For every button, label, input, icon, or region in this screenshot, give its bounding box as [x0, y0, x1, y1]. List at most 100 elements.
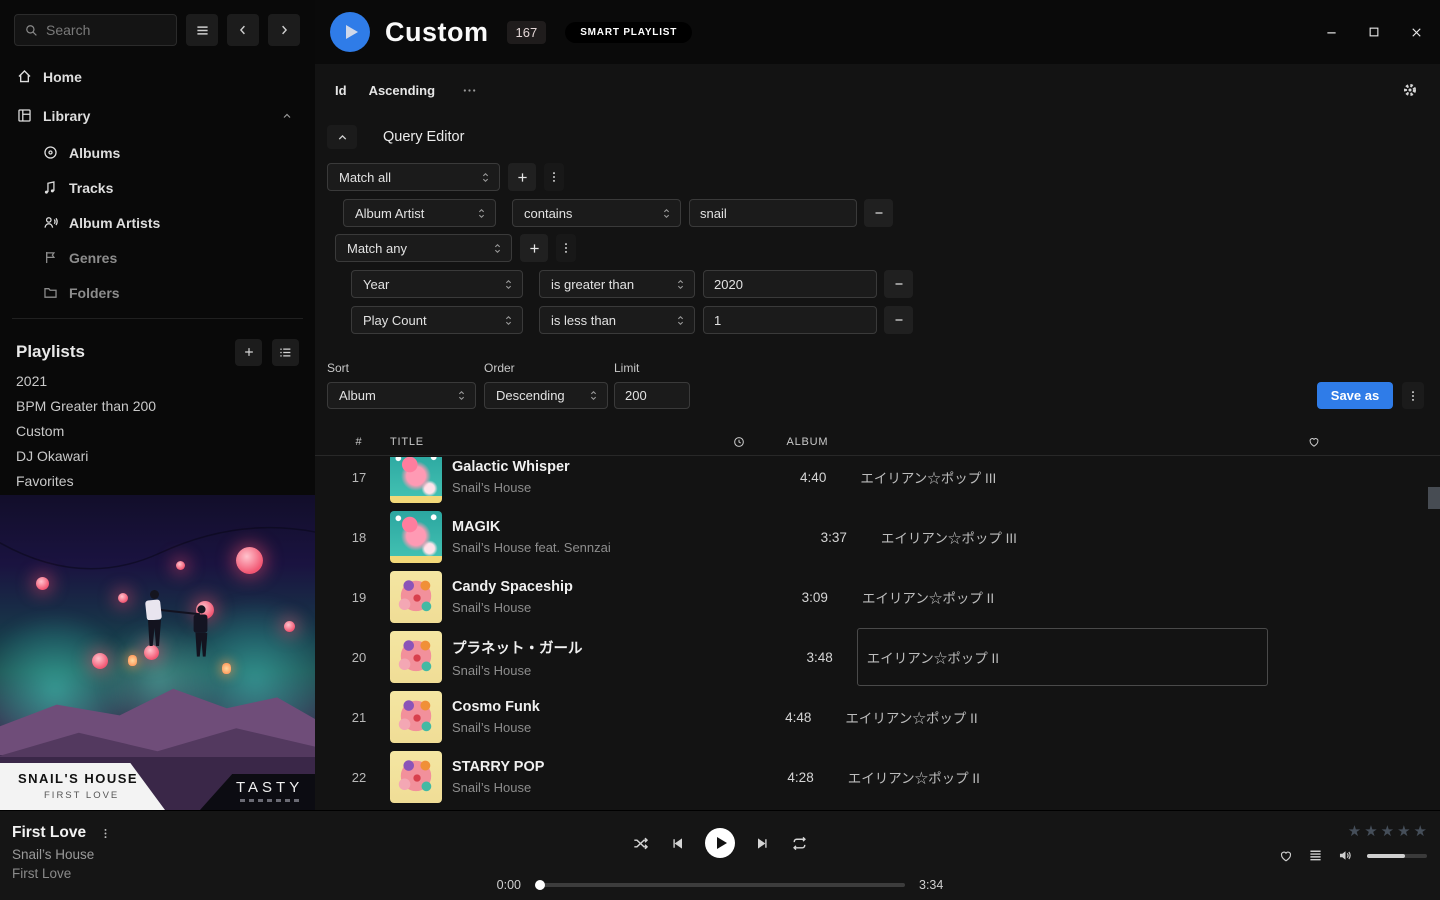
settings-gear-icon[interactable]	[1401, 81, 1419, 99]
group-options-kebab-icon[interactable]	[544, 163, 564, 191]
add-rule-button[interactable]	[520, 234, 548, 262]
shuffle-button[interactable]	[631, 834, 650, 853]
track-album-focused[interactable]: エイリアン☆ポップ II	[857, 628, 1268, 686]
play-pause-button[interactable]	[705, 828, 735, 858]
sort-field-button[interactable]: Id	[335, 83, 347, 98]
sort-direction-button[interactable]: Ascending	[369, 83, 435, 98]
save-as-button[interactable]: Save as	[1317, 382, 1393, 409]
track-row[interactable]: 18MAGIKSnail’s House feat. Sennzai3:37エイ…	[315, 507, 1440, 567]
header-index[interactable]: #	[339, 436, 379, 448]
playlist-list-button[interactable]	[272, 339, 299, 366]
collapse-query-editor-button[interactable]	[327, 125, 357, 149]
volume-slider[interactable]	[1367, 854, 1427, 858]
group-options-kebab-icon[interactable]	[556, 234, 576, 262]
chevron-right-icon	[277, 23, 291, 37]
remove-rule-button[interactable]	[884, 306, 913, 334]
rule-field-select[interactable]: Album Artist	[343, 199, 496, 227]
sidebar-item-library[interactable]: Library	[0, 96, 315, 135]
add-rule-button[interactable]	[508, 163, 536, 191]
star-icon[interactable]: ★	[1381, 822, 1394, 840]
volume-icon[interactable]	[1337, 847, 1354, 864]
queue-icon[interactable]	[1307, 847, 1324, 864]
playlist-item-favorites[interactable]: Favorites	[0, 468, 315, 493]
save-options-kebab-icon[interactable]	[1402, 382, 1424, 409]
track-album[interactable]: エイリアン☆ポップ II	[852, 568, 1263, 626]
seek-bar[interactable]	[535, 883, 905, 887]
match-type-select[interactable]: Match all	[327, 163, 500, 191]
track-album[interactable]: エイリアン☆ポップ III	[871, 508, 1282, 566]
playlist-item-custom[interactable]: Custom	[0, 418, 315, 443]
previous-button[interactable]	[669, 835, 686, 852]
rule-value-input[interactable]	[689, 199, 857, 227]
sidebar-item-home[interactable]: Home	[0, 57, 315, 96]
remove-rule-button[interactable]	[864, 199, 893, 227]
select-caret-icon	[456, 389, 467, 402]
track-artist: Snail’s House	[452, 780, 544, 795]
add-playlist-button[interactable]	[235, 339, 262, 366]
header-title[interactable]: TITLE	[390, 436, 424, 448]
star-icon[interactable]: ★	[1364, 822, 1377, 840]
track-row[interactable]: 17Galactic WhisperSnail’s House4:40エイリアン…	[315, 457, 1440, 507]
more-options-icon[interactable]	[461, 82, 478, 99]
rule-field-select[interactable]: Play Count	[351, 306, 523, 334]
nav-back-button[interactable]	[227, 14, 259, 46]
select-caret-icon	[675, 314, 686, 327]
sidebar-item-folders[interactable]: Folders	[0, 275, 315, 310]
now-playing-artist[interactable]: Snail’s House	[12, 847, 112, 862]
header-duration[interactable]	[675, 435, 755, 449]
header-favorite[interactable]	[1188, 435, 1440, 449]
sidebar-item-label: Home	[43, 69, 82, 85]
minimize-button[interactable]	[1324, 25, 1339, 40]
sidebar-item-albums[interactable]: Albums	[0, 135, 315, 170]
rule-value-input[interactable]	[703, 270, 877, 298]
repeat-button[interactable]	[790, 834, 809, 853]
track-title: Candy Spaceship	[452, 579, 573, 595]
search-input[interactable]	[46, 22, 167, 38]
track-row[interactable]: 22STARRY POPSnail’s House4:28エイリアン☆ポップ I…	[315, 747, 1440, 807]
header-album[interactable]: ALBUM	[777, 436, 1188, 448]
order-select[interactable]: Descending	[484, 382, 608, 409]
playlist-item-2021[interactable]: 2021	[0, 368, 315, 393]
rule-operator-select[interactable]: is greater than	[539, 270, 695, 298]
track-index: 22	[339, 770, 379, 785]
limit-input[interactable]	[614, 382, 690, 409]
now-playing-kebab-icon[interactable]	[99, 826, 112, 841]
rule-field-select[interactable]: Year	[351, 270, 523, 298]
track-row[interactable]: 20プラネット・ガールSnail’s House3:48エイリアン☆ポップ II	[315, 627, 1440, 687]
favorite-heart-icon[interactable]	[1278, 848, 1294, 864]
close-button[interactable]	[1409, 25, 1424, 40]
seek-thumb[interactable]	[535, 880, 545, 890]
select-caret-icon	[480, 171, 491, 184]
now-playing-album-art[interactable]: SNAIL'S HOUSE FIRST LOVE TASTY	[0, 495, 315, 810]
sidebar-item-album-artists[interactable]: Album Artists	[0, 205, 315, 240]
next-button[interactable]	[754, 835, 771, 852]
maximize-button[interactable]	[1367, 25, 1381, 39]
rule-operator-select[interactable]: is less than	[539, 306, 695, 334]
playlist-item-bpm-greater-than-200[interactable]: BPM Greater than 200	[0, 393, 315, 418]
chevron-up-icon[interactable]	[281, 110, 293, 122]
playlist-list: 2021BPM Greater than 200CustomDJ Okawari…	[0, 368, 315, 493]
star-icon[interactable]: ★	[1414, 822, 1427, 840]
track-album[interactable]: エイリアン☆ポップ II	[835, 688, 1246, 746]
play-playlist-button[interactable]	[330, 12, 370, 52]
track-album[interactable]: エイリアン☆ポップ II	[838, 748, 1249, 806]
track-album[interactable]: エイリアン☆ポップ III	[850, 457, 1261, 506]
sidebar-item-genres[interactable]: Genres	[0, 240, 315, 275]
scrollbar-thumb[interactable]	[1428, 487, 1440, 509]
match-type-select[interactable]: Match any	[335, 234, 512, 262]
track-row[interactable]: 19Candy SpaceshipSnail’s House3:09エイリアン☆…	[315, 567, 1440, 627]
sidebar-item-tracks[interactable]: Tracks	[0, 170, 315, 205]
now-playing-album[interactable]: First Love	[12, 866, 112, 881]
remove-rule-button[interactable]	[884, 270, 913, 298]
star-icon[interactable]: ★	[1397, 822, 1410, 840]
now-playing-title[interactable]: First Love	[12, 824, 86, 842]
search-box[interactable]	[14, 14, 177, 46]
rule-operator-select[interactable]: contains	[512, 199, 681, 227]
sort-select[interactable]: Album	[327, 382, 476, 409]
track-row[interactable]: 21Cosmo FunkSnail’s House4:48エイリアン☆ポップ I…	[315, 687, 1440, 747]
playlist-item-dj-okawari[interactable]: DJ Okawari	[0, 443, 315, 468]
nav-forward-button[interactable]	[268, 14, 300, 46]
star-icon[interactable]: ★	[1348, 822, 1361, 840]
menu-button[interactable]	[186, 14, 218, 46]
rule-value-input[interactable]	[703, 306, 877, 334]
